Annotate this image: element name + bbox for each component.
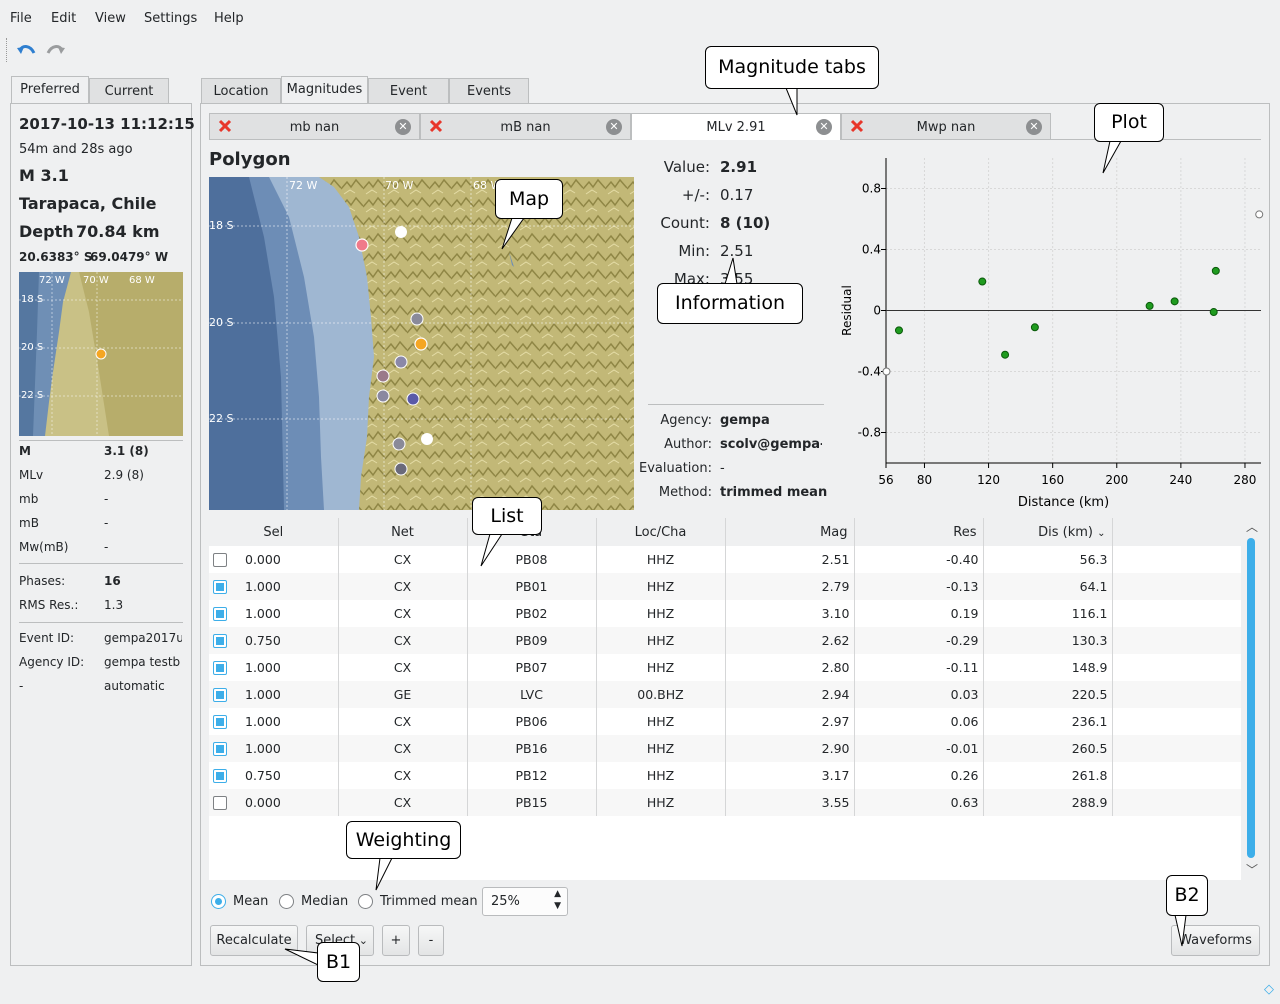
callout-list: List <box>472 497 542 535</box>
callout-plot: Plot <box>1094 103 1164 142</box>
callout-map: Map <box>495 179 563 219</box>
callout-b1: B1 <box>317 942 360 982</box>
callout-b2: B2 <box>1166 875 1208 916</box>
callout-magnitude-tabs: Magnitude tabs <box>705 46 879 89</box>
callout-weighting: Weighting <box>346 821 461 859</box>
callout-information: Information <box>657 283 803 324</box>
callout-pointers <box>284 87 1187 966</box>
